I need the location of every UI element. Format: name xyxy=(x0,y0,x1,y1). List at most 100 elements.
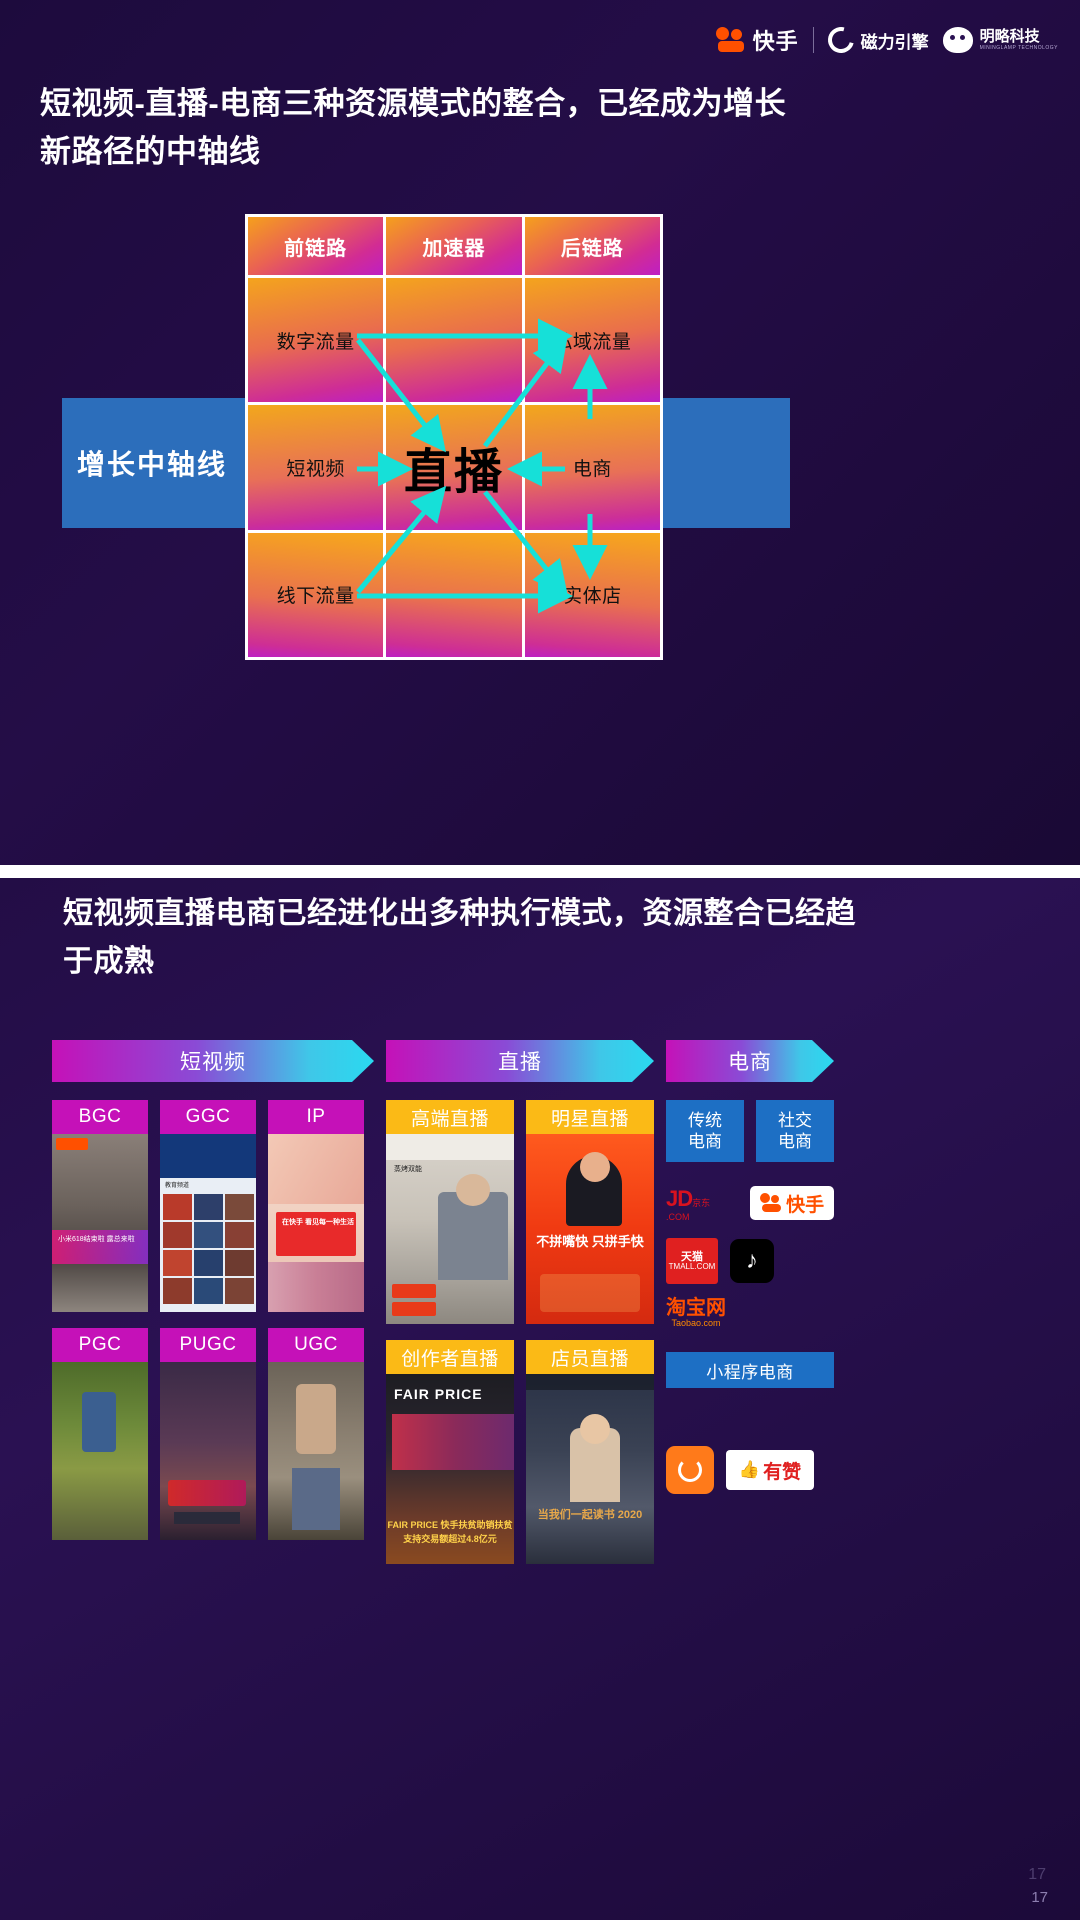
logo-kuaishou: 快手 xyxy=(715,24,799,56)
minglue-label: 明略科技 xyxy=(979,28,1040,45)
ecommerce-box-traditional-label: 传统 电商 xyxy=(688,1110,722,1151)
minglue-text-wrap: 明略科技 MININGLAMP TECHNOLOGY xyxy=(980,29,1058,51)
tile-highend-live[interactable]: 高端直播 蒸烤双能 xyxy=(386,1100,514,1324)
brand-kuaishou-label: 快手 xyxy=(786,1194,825,1216)
tile-ggc-text: 教育频道 xyxy=(165,1183,190,1189)
tile-bgc-caption: BGC xyxy=(52,1100,148,1134)
ecommerce-miniprogram-label: 小程序电商 xyxy=(706,1362,794,1382)
matrix-cell-live: 直播 xyxy=(386,405,522,530)
matrix-header-accel: 加速器 xyxy=(386,217,522,275)
brand-youdian-icon xyxy=(666,1446,714,1495)
private-traffic-label: 私域流量 xyxy=(553,331,632,353)
kuaishou-chip-icon xyxy=(760,1193,782,1213)
ecommerce-box-row: 传统 电商 社交 电商 xyxy=(666,1100,834,1162)
header-logo-bar: 快手 磁力引擎 明略科技 MININGLAMP TECHNOLOGY xyxy=(715,22,1058,58)
short-video-tile-row-1: BGC 小米618结束啦 露总来啦 GGC 教育频道 IP 在快手 看见每一种生… xyxy=(52,1100,374,1312)
brand-youzan: 👍 有赞 xyxy=(726,1450,814,1491)
tile-ugc[interactable]: UGC xyxy=(268,1328,364,1540)
matrix-header-back-label: 后链路 xyxy=(560,237,624,260)
category-banner-live: 直播 xyxy=(386,1040,654,1082)
tile-pugc-caption: PUGC xyxy=(160,1328,256,1362)
kuaishou-icon xyxy=(715,27,746,53)
category-banner-short-video-label: 短视频 xyxy=(180,1051,246,1074)
brand-taobao-label: 淘宝网 xyxy=(666,1297,726,1319)
matrix-cell-private-traffic: 私域流量 xyxy=(524,278,660,403)
tile-highend-live-image: 蒸烤双能 xyxy=(386,1134,514,1324)
tile-ggc-caption: GGC xyxy=(160,1100,256,1134)
cixin-icon xyxy=(822,22,859,58)
tile-star-live-image: 不拼嘴快 只拼手快 xyxy=(526,1134,654,1324)
matrix-cell-short-video: 短视频 xyxy=(248,405,384,530)
logo-minglue: 明略科技 MININGLAMP TECHNOLOGY xyxy=(942,27,1058,53)
tile-pgc-image xyxy=(52,1362,148,1540)
slide-divider xyxy=(0,865,1080,878)
category-banner-short-video: 短视频 xyxy=(52,1040,374,1082)
matrix-header-back: 后链路 xyxy=(524,217,660,275)
short-video-label: 短视频 xyxy=(286,458,345,480)
brand-youzan-label: 有赞 xyxy=(763,1461,802,1483)
tile-bgc-text: 小米618结束啦 露总来啦 xyxy=(58,1236,135,1243)
brand-tmall-label: 天猫 xyxy=(681,1250,703,1263)
tile-ip-caption: IP xyxy=(268,1100,364,1134)
ecommerce-miniprogram[interactable]: 小程序电商 xyxy=(666,1352,834,1389)
matrix-cell-ecommerce: 电商 xyxy=(524,405,660,530)
kuaishou-label: 快手 xyxy=(752,29,799,54)
brand-jd: JD京东 .COM xyxy=(666,1186,738,1222)
category-banner-ecommerce-label: 电商 xyxy=(728,1051,772,1074)
tile-pgc[interactable]: PGC xyxy=(52,1328,148,1540)
corner-mark: 17 xyxy=(1028,1866,1046,1883)
tile-ugc-image xyxy=(268,1362,364,1540)
page-number: 17 xyxy=(1031,1889,1048,1906)
brand-jd-label: JD xyxy=(666,1186,693,1211)
ecommerce-box-traditional[interactable]: 传统 电商 xyxy=(666,1100,744,1162)
short-video-tile-row-2: PGC PUGC UGC xyxy=(52,1328,374,1540)
tile-star-live[interactable]: 明星直播 不拼嘴快 只拼手快 xyxy=(526,1100,654,1324)
tile-bgc-image: 小米618结束啦 露总来啦 xyxy=(52,1134,148,1312)
category-banner-live-label: 直播 xyxy=(498,1051,542,1074)
brand-row-4: 👍 有赞 xyxy=(666,1446,834,1495)
brand-row-1: JD京东 .COM 快手 xyxy=(666,1186,834,1222)
tile-star-live-text: 不拼嘴快 只拼手快 xyxy=(536,1234,644,1249)
tile-pgc-caption: PGC xyxy=(52,1328,148,1362)
matrix-cell-r3c2 xyxy=(386,532,522,657)
slide-1: 快手 磁力引擎 明略科技 MININGLAMP TECHNOLOGY 短视频-直… xyxy=(0,0,1080,865)
panel-live: 直播 高端直播 蒸烤双能 明星直播 不拼嘴快 只拼手快 创作者直播 FAIR P… xyxy=(386,1040,654,1564)
matrix-cell-physical-store: 实体店 xyxy=(524,532,660,657)
brand-tmall: 天猫 TMALL.COM xyxy=(666,1238,718,1284)
tile-highend-live-caption: 高端直播 xyxy=(386,1100,514,1134)
tile-creator-live-text: FAIR PRICE 快手扶贫助销扶贫支持交易额超过4.8亿元 xyxy=(387,1520,513,1544)
minglue-sublabel: MININGLAMP TECHNOLOGY xyxy=(979,45,1058,51)
physical-store-label: 实体店 xyxy=(563,586,622,608)
resource-matrix: 前链路 加速器 后链路 数字流量 私域流量 短视频 直播 电商 线下流量 实体店 xyxy=(245,214,663,660)
ecommerce-label: 电商 xyxy=(572,458,612,480)
offline-traffic-label: 线下流量 xyxy=(276,586,355,608)
tile-staff-live-image: 当我们一起读书 2020 xyxy=(526,1374,654,1564)
tile-ggc[interactable]: GGC 教育频道 xyxy=(160,1100,256,1312)
tile-pugc-image xyxy=(160,1362,256,1540)
matrix-header-front: 前链路 xyxy=(248,217,384,275)
logo-cixin-engine: 磁力引擎 xyxy=(822,22,929,58)
ecommerce-box-social[interactable]: 社交 电商 xyxy=(756,1100,834,1162)
tile-staff-live[interactable]: 店员直播 当我们一起读书 2020 xyxy=(526,1340,654,1564)
brand-tmall-sublabel: TMALL.COM xyxy=(668,1261,716,1271)
live-center-label: 直播 xyxy=(403,446,504,500)
tile-bgc[interactable]: BGC 小米618结束啦 露总来啦 xyxy=(52,1100,148,1312)
slide-1-title: 短视频-直播-电商三种资源模式的整合，已经成为增长新路径的中轴线 xyxy=(40,86,787,170)
matrix-header-accel-label: 加速器 xyxy=(422,237,486,260)
brand-jd-sublabel: 京东 xyxy=(692,1198,711,1208)
tile-ip[interactable]: IP 在快手 看见每一种生活 xyxy=(268,1100,364,1312)
thumbs-up-icon: 👍 xyxy=(738,1460,761,1480)
brand-taobao: 淘宝网 Taobao.com xyxy=(666,1298,726,1328)
tile-ip-text: 在快手 看见每一种生活 xyxy=(282,1219,354,1226)
category-banner-ecommerce: 电商 xyxy=(666,1040,834,1082)
panel-ecommerce: 电商 传统 电商 社交 电商 JD京东 .COM 快手 天猫 TMALL.COM… xyxy=(666,1040,834,1495)
tile-pugc[interactable]: PUGC xyxy=(160,1328,256,1540)
tile-creator-live[interactable]: 创作者直播 FAIR PRICE FAIR PRICE 快手扶贫助销扶贫支持交易… xyxy=(386,1340,514,1564)
tile-staff-live-text: 当我们一起读书 2020 xyxy=(537,1509,643,1521)
tile-ugc-caption: UGC xyxy=(268,1328,364,1362)
ecommerce-box-social-label: 社交 电商 xyxy=(778,1110,812,1151)
tile-star-live-caption: 明星直播 xyxy=(526,1100,654,1134)
matrix-cell-digital-traffic: 数字流量 xyxy=(248,278,384,403)
live-tile-row-1: 高端直播 蒸烤双能 明星直播 不拼嘴快 只拼手快 xyxy=(386,1100,654,1324)
matrix-header-front-label: 前链路 xyxy=(284,237,348,260)
